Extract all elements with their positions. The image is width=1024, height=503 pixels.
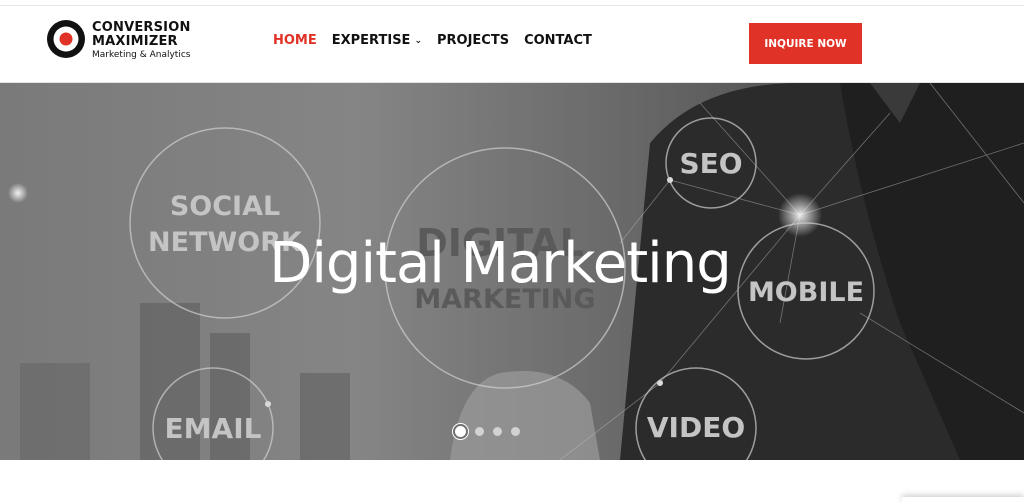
main-nav: HOME EXPERTISE ⌄ PROJECTS CONTACT: [273, 33, 592, 48]
floating-widget[interactable]: [902, 497, 1024, 503]
nav-item-projects[interactable]: PROJECTS: [437, 33, 509, 48]
slider-pagination: [455, 426, 520, 437]
slide-dot-1[interactable]: [455, 426, 466, 437]
hero-title: Digital Marketing: [269, 231, 732, 296]
brand-name: CONVERSION MAXIMIZER: [92, 21, 191, 49]
nav-label: CONTACT: [524, 33, 592, 48]
nav-item-home[interactable]: HOME: [273, 33, 317, 48]
bubble-seo: SEO: [679, 147, 742, 180]
nav-item-expertise[interactable]: EXPERTISE ⌄: [332, 33, 422, 48]
nav-label: PROJECTS: [436, 33, 510, 48]
brand-name-line1: CONVERSION: [92, 20, 191, 35]
brand-tagline: Marketing & Analytics: [92, 50, 191, 60]
nav-label: EXPERTISE: [331, 33, 411, 48]
bubble-social: SOCIAL: [170, 191, 280, 222]
bubble-video: VIDEO: [647, 411, 745, 444]
hero-slider: SOCIAL NETWORK DIGITAL MARKETING SEO MOB…: [0, 83, 1024, 460]
chevron-down-icon: ⌄: [414, 36, 422, 46]
bubble-email: EMAIL: [165, 412, 262, 445]
target-logo-icon: [47, 20, 85, 58]
brand-logo[interactable]: CONVERSION MAXIMIZER Marketing & Analyti…: [45, 18, 205, 64]
slide-dot-2[interactable]: [475, 427, 484, 436]
slide-dot-4[interactable]: [511, 427, 520, 436]
inquire-now-button[interactable]: INQUIRE NOW: [749, 23, 862, 64]
content-area: [0, 460, 1024, 503]
slide-dot-3[interactable]: [493, 427, 502, 436]
brand-name-line2: MAXIMIZER: [92, 34, 178, 49]
site-header: CONVERSION MAXIMIZER Marketing & Analyti…: [0, 6, 1024, 83]
nav-item-contact[interactable]: CONTACT: [524, 33, 592, 48]
nav-label: HOME: [273, 33, 317, 48]
